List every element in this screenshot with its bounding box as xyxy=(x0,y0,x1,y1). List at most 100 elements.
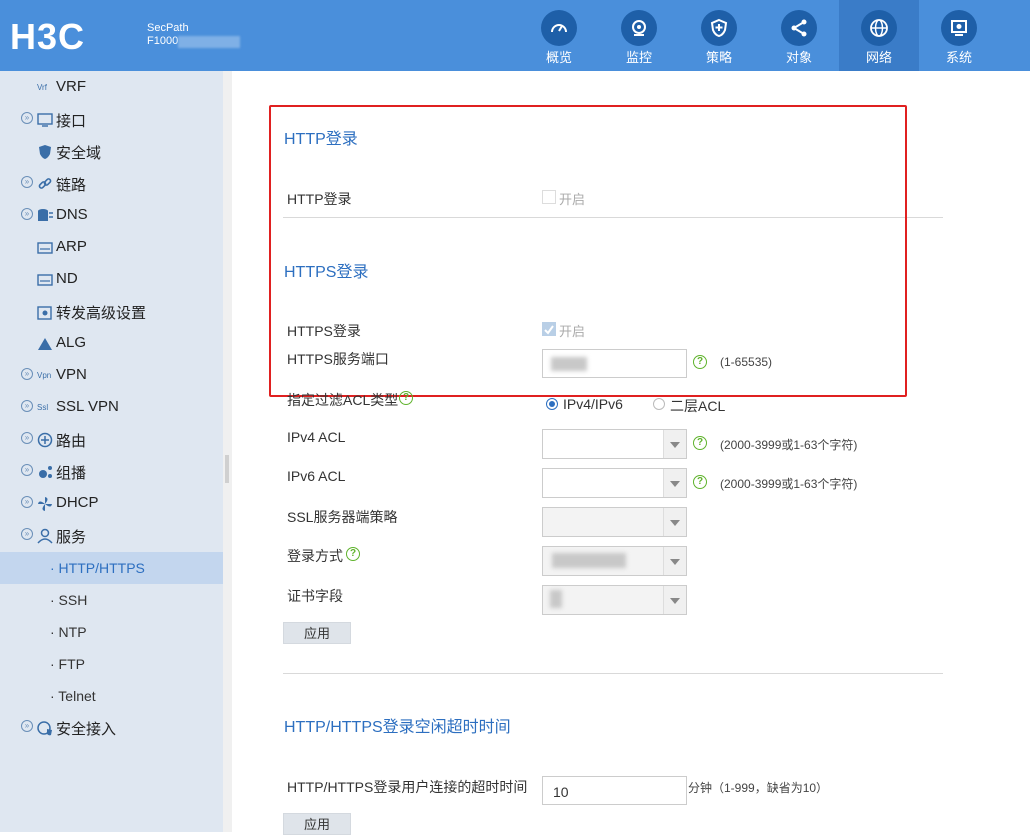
acl-type-label: 指定过滤ACL类型 xyxy=(287,392,399,408)
settings-icon xyxy=(37,306,52,320)
sidebar-subitem-ftp[interactable]: · FTP xyxy=(0,648,223,680)
expand-icon[interactable]: » xyxy=(21,208,33,220)
sidebar-item-nd[interactable]: ND xyxy=(0,264,223,296)
acl-type-l2-label: 二层ACL xyxy=(670,398,726,414)
help-icon[interactable]: ? xyxy=(693,475,707,489)
highlight-box xyxy=(269,105,907,397)
ssl-policy-select[interactable] xyxy=(542,507,687,537)
sidebar-item-routing[interactable]: » 路由 xyxy=(0,424,223,456)
sidebar-item-service[interactable]: » 服务 xyxy=(0,520,223,552)
chevron-down-icon xyxy=(663,469,686,497)
multicast-icon xyxy=(39,466,52,478)
help-icon[interactable]: ? xyxy=(693,436,707,450)
service-user-icon xyxy=(37,528,53,544)
idle-timeout-input[interactable]: 10 xyxy=(542,776,687,805)
expand-icon[interactable]: » xyxy=(21,176,33,188)
nav-overview[interactable]: 概览 xyxy=(519,0,599,71)
nd-icon xyxy=(37,274,53,286)
ipv4-acl-hint: (2000-3999或1-63个字符) xyxy=(720,438,858,452)
redacted-model xyxy=(178,36,240,48)
expand-icon[interactable]: » xyxy=(21,464,33,476)
expand-icon[interactable]: » xyxy=(21,720,33,732)
cert-field-label: 证书字段 xyxy=(287,588,343,604)
expand-icon[interactable]: » xyxy=(21,400,33,412)
sidebar-item-security-zone[interactable]: 安全域 xyxy=(0,136,223,168)
sidebar-item-interface[interactable]: » 接口 xyxy=(0,104,223,136)
collapse-handle[interactable] xyxy=(225,455,229,483)
sidebar-item-arp[interactable]: ARP xyxy=(0,232,223,264)
svg-text:Vrf: Vrf xyxy=(37,83,48,92)
chevron-down-icon xyxy=(663,586,686,614)
cert-field-select[interactable] xyxy=(542,585,687,615)
idle-timeout-hint: 分钟（1-999，缺省为10） xyxy=(688,781,829,795)
sidebar-item-vrf[interactable]: Vrf VRF xyxy=(0,72,223,104)
expand-icon[interactable]: » xyxy=(21,112,33,124)
idle-timeout-label: HTTP/HTTPS登录用户连接的超时时间 xyxy=(287,779,528,795)
route-icon xyxy=(37,432,53,448)
sidebar-item-ssl-vpn[interactable]: » Ssl SSL VPN xyxy=(0,392,223,424)
database-icon xyxy=(38,209,53,221)
sidebar-item-link[interactable]: » 链路 xyxy=(0,168,223,200)
alg-icon xyxy=(38,338,52,350)
camera-icon xyxy=(621,10,657,46)
nav-policy[interactable]: 策略 xyxy=(679,0,759,71)
sidebar-item-dhcp[interactable]: » DHCP xyxy=(0,488,223,520)
sidebar: Vrf VRF » 接口 安全域 » 链路 » DNS ARP ND 转发高级设… xyxy=(0,71,223,832)
ipv6-acl-hint: (2000-3999或1-63个字符) xyxy=(720,477,858,491)
sidebar-subitem-ssh[interactable]: · SSH xyxy=(0,584,223,616)
dhcp-icon xyxy=(38,497,52,511)
top-header: H3C SecPath F1000 概览 监控 策略 对象 网络 系统 xyxy=(0,0,1030,71)
sidebar-item-alg[interactable]: ALG xyxy=(0,328,223,360)
expand-icon[interactable]: » xyxy=(21,368,33,380)
acl-type-l2-radio[interactable] xyxy=(653,398,665,410)
divider xyxy=(283,673,943,674)
vrf-icon: Vrf xyxy=(37,83,48,92)
ssl-vpn-icon: Ssl xyxy=(37,403,48,412)
nav-system[interactable]: 系统 xyxy=(919,0,999,71)
sidebar-item-forwarding-advanced[interactable]: 转发高级设置 xyxy=(0,296,223,328)
help-icon[interactable]: ? xyxy=(346,547,360,561)
interface-icon xyxy=(37,113,53,127)
nav-objects[interactable]: 对象 xyxy=(759,0,839,71)
ipv4-acl-select[interactable] xyxy=(542,429,687,459)
ipv4-acl-label: IPv4 ACL xyxy=(287,429,346,445)
acl-type-ipv4-ipv6-label: IPv4/IPv6 xyxy=(563,396,623,412)
help-icon[interactable]: ? xyxy=(399,391,413,405)
svg-text:H3C: H3C xyxy=(10,18,85,54)
acl-type-ipv4-ipv6-radio[interactable] xyxy=(546,398,558,410)
sidebar-item-security-access[interactable]: » 安全接入 xyxy=(0,712,223,744)
shield-icon xyxy=(39,145,51,159)
h3c-logo: H3C xyxy=(10,18,85,54)
ipv6-acl-label: IPv6 ACL xyxy=(287,468,346,484)
sidebar-subitem-http-https[interactable]: · HTTP/HTTPS xyxy=(0,552,223,584)
monitor-gear-icon xyxy=(941,10,977,46)
sidebar-subitem-telnet[interactable]: · Telnet xyxy=(0,680,223,712)
login-mode-label: 登录方式 xyxy=(287,548,343,564)
sidebar-item-multicast[interactable]: » 组播 xyxy=(0,456,223,488)
expand-icon[interactable]: » xyxy=(21,432,33,444)
ipv6-acl-select[interactable] xyxy=(542,468,687,498)
sidebar-item-dns[interactable]: » DNS xyxy=(0,200,223,232)
sidebar-item-vpn[interactable]: » Vpn VPN xyxy=(0,360,223,392)
chevron-down-icon xyxy=(663,547,686,575)
link-icon xyxy=(38,178,52,189)
collapse-icon[interactable]: » xyxy=(21,528,33,540)
globe-icon xyxy=(861,10,897,46)
redacted-cert-field xyxy=(550,590,562,608)
svg-text:Vpn: Vpn xyxy=(37,371,51,380)
chevron-down-icon xyxy=(663,508,686,536)
apply-button[interactable]: 应用 xyxy=(283,622,351,644)
sidebar-splitter[interactable] xyxy=(223,71,232,832)
arp-icon xyxy=(37,242,53,254)
shield-plus-icon xyxy=(701,10,737,46)
vpn-icon: Vpn xyxy=(37,371,51,380)
ssl-policy-label: SSL服务器端策略 xyxy=(287,509,398,525)
redacted-login-mode xyxy=(552,553,626,568)
share-icon xyxy=(781,10,817,46)
idle-timeout-section-title: HTTP/HTTPS登录空闲超时时间 xyxy=(284,719,511,736)
nav-monitor[interactable]: 监控 xyxy=(599,0,679,71)
svg-text:Ssl: Ssl xyxy=(37,403,48,412)
expand-icon[interactable]: » xyxy=(21,496,33,508)
nav-network[interactable]: 网络 xyxy=(839,0,919,71)
sidebar-subitem-ntp[interactable]: · NTP xyxy=(0,616,223,648)
